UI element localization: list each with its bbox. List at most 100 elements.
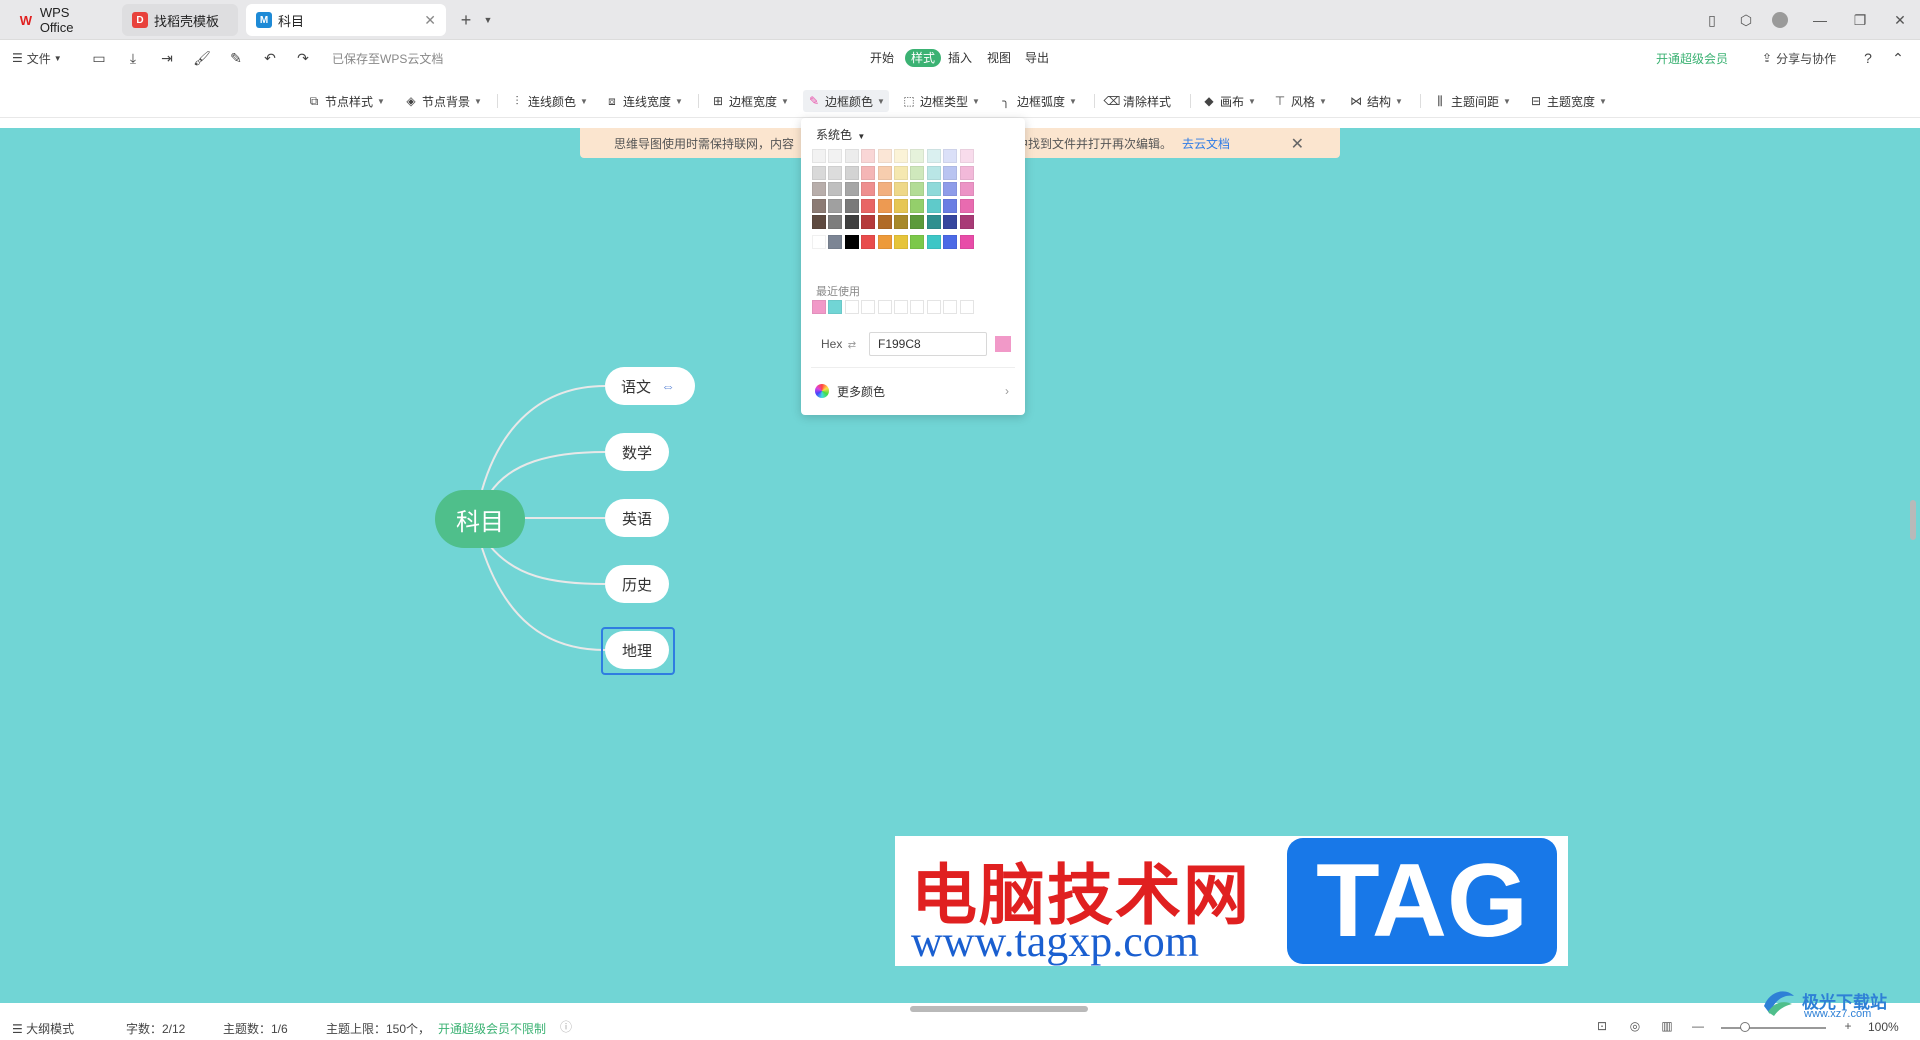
tab-export[interactable]: 导出 — [1019, 49, 1055, 67]
save-icon[interactable]: ▭ — [89, 48, 109, 68]
topic-node[interactable]: 英语 — [605, 499, 669, 537]
color-swatch[interactable] — [943, 165, 958, 180]
color-swatch[interactable] — [943, 182, 958, 196]
zoom-out-icon[interactable]: — — [1690, 1018, 1706, 1034]
color-swatch[interactable] — [894, 149, 908, 163]
color-swatch[interactable] — [943, 149, 958, 163]
color-swatch[interactable] — [926, 198, 941, 213]
node-background-button[interactable]: ◈ 节点背景 ▼ — [400, 90, 486, 112]
color-swatch[interactable] — [943, 234, 958, 249]
color-swatch[interactable] — [828, 234, 843, 249]
tab-style[interactable]: 样式 — [905, 49, 942, 67]
outline-mode-button[interactable]: ☰ 大纲模式 — [12, 1020, 74, 1037]
color-swatch[interactable] — [926, 149, 941, 163]
color-swatch[interactable] — [844, 215, 859, 229]
swap-icon[interactable]: ⇄ — [848, 340, 856, 351]
border-color-button[interactable]: ✎ 边框颜色 ▼ — [803, 90, 889, 112]
topic-node[interactable]: 语文 ⇔ — [605, 367, 695, 405]
vip-link[interactable]: 开通超级会员 — [1656, 48, 1728, 68]
color-swatch[interactable] — [828, 182, 843, 196]
more-colors-button[interactable]: 更多颜色 › — [815, 380, 1011, 402]
file-menu[interactable]: ☰ 文件 ▼ — [12, 48, 62, 68]
color-swatch[interactable] — [959, 149, 974, 163]
color-swatch[interactable] — [877, 149, 892, 163]
zoom-slider[interactable] — [1721, 1027, 1826, 1029]
close-tab-icon[interactable]: ✕ — [424, 12, 436, 29]
line-width-button[interactable]: ⧈ 连线宽度 ▼ — [601, 90, 687, 112]
color-swatch[interactable] — [910, 234, 925, 249]
color-swatch[interactable] — [910, 182, 925, 196]
pen-icon[interactable]: ✎ — [226, 48, 246, 68]
color-swatch[interactable] — [844, 198, 859, 213]
recent-color-swatch[interactable] — [861, 300, 876, 314]
color-swatch[interactable] — [894, 165, 908, 180]
info-icon[interactable]: ⓘ — [558, 1018, 574, 1034]
color-swatch[interactable] — [812, 149, 826, 163]
new-tab-icon[interactable]: + — [454, 8, 478, 32]
line-color-button[interactable]: ⫶ 连线颜色 ▼ — [506, 90, 592, 112]
color-swatch[interactable] — [926, 165, 941, 180]
color-swatch[interactable] — [861, 198, 876, 213]
color-swatch[interactable] — [877, 165, 892, 180]
color-swatch[interactable] — [894, 215, 908, 229]
color-swatch[interactable] — [959, 165, 974, 180]
vertical-scrollbar[interactable] — [1910, 500, 1916, 540]
color-swatch[interactable] — [861, 234, 876, 249]
border-type-button[interactable]: ⬚ 边框类型 ▼ — [898, 90, 984, 112]
export-icon[interactable]: ⇥ — [157, 48, 177, 68]
border-width-button[interactable]: ⊞ 边框宽度 ▼ — [707, 90, 793, 112]
color-swatch[interactable] — [943, 198, 958, 213]
color-swatch[interactable] — [812, 165, 826, 180]
recent-color-swatch[interactable] — [812, 300, 826, 314]
color-swatch[interactable] — [894, 198, 908, 213]
color-swatch[interactable] — [861, 165, 876, 180]
avatar[interactable] — [1768, 8, 1792, 32]
color-swatch[interactable] — [828, 165, 843, 180]
color-swatch[interactable] — [877, 198, 892, 213]
color-swatch[interactable] — [926, 215, 941, 229]
color-swatch[interactable] — [894, 234, 908, 249]
color-swatch[interactable] — [910, 215, 925, 229]
format-painter-icon[interactable]: 🖌 — [192, 48, 212, 68]
fit-screen-icon[interactable]: ⊡ — [1594, 1018, 1610, 1034]
redo-icon[interactable]: ↷ — [293, 48, 313, 68]
palette-selector[interactable]: 系统色 ▼ — [816, 126, 865, 143]
color-swatch[interactable] — [812, 182, 826, 196]
recent-color-swatch[interactable] — [877, 300, 892, 314]
tab-insert[interactable]: 插入 — [942, 49, 978, 67]
theme-style-button[interactable]: ⊤ 风格 ▼ — [1269, 90, 1331, 112]
color-swatch[interactable] — [877, 234, 892, 249]
canvas-button[interactable]: ◆ 画布 ▼ — [1198, 90, 1260, 112]
color-swatch[interactable] — [877, 182, 892, 196]
color-swatch[interactable] — [926, 234, 941, 249]
recent-color-swatch[interactable] — [959, 300, 974, 314]
minimize-icon[interactable]: — — [1808, 8, 1832, 32]
color-swatch[interactable] — [844, 165, 859, 180]
border-radius-button[interactable]: ╮ 边框弧度 ▼ — [995, 90, 1081, 112]
help-icon[interactable]: ? — [1858, 48, 1878, 68]
tab-wps-office[interactable]: W WPS Office — [8, 4, 116, 36]
restore-icon[interactable]: ❐ — [1848, 8, 1872, 32]
color-swatch[interactable] — [861, 215, 876, 229]
color-swatch[interactable] — [861, 149, 876, 163]
color-swatch[interactable] — [943, 215, 958, 229]
color-swatch[interactable] — [861, 182, 876, 196]
color-swatch[interactable] — [959, 182, 974, 196]
color-swatch[interactable] — [844, 182, 859, 196]
color-swatch[interactable] — [959, 215, 974, 229]
color-swatch[interactable] — [910, 149, 925, 163]
color-swatch[interactable] — [910, 165, 925, 180]
recent-color-swatch[interactable] — [894, 300, 908, 314]
tab-kemu[interactable]: M 科目 ✕ — [246, 4, 446, 36]
cube-icon[interactable]: ⬡ — [1734, 8, 1758, 32]
link-icon[interactable]: ⇔ — [661, 378, 675, 394]
layout-icon[interactable]: ▯ — [1700, 8, 1724, 32]
close-window-icon[interactable]: ✕ — [1888, 8, 1912, 32]
recent-color-swatch[interactable] — [926, 300, 941, 314]
root-topic[interactable]: 科目 — [435, 490, 525, 548]
undo-icon[interactable]: ↶ — [260, 48, 280, 68]
recent-color-swatch[interactable] — [910, 300, 925, 314]
color-swatch[interactable] — [812, 198, 826, 213]
color-swatch[interactable] — [812, 215, 826, 229]
vip-unlimited-link[interactable]: 开通超级会员不限制 — [438, 1020, 546, 1037]
